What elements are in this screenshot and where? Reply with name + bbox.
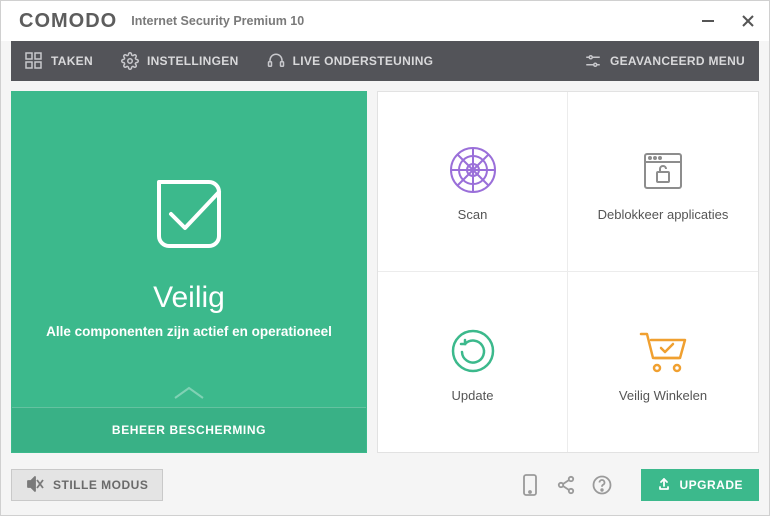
action-update[interactable]: Update <box>378 272 568 452</box>
grid-icon <box>25 52 43 70</box>
status-subtitle: Alle componenten zijn actief en operatio… <box>46 323 332 342</box>
bottom-bar: STILLE MODUS UPGRADE <box>1 463 769 507</box>
title-bar: COMODO Internet Security Premium 10 <box>1 1 769 41</box>
manage-protection-button[interactable]: BEHEER BESCHERMING <box>12 407 366 452</box>
gear-icon <box>121 52 139 70</box>
menu-advanced[interactable]: GEAVANCEERD MENU <box>570 41 759 81</box>
chevron-up-icon <box>171 384 207 407</box>
refresh-icon <box>448 322 498 380</box>
upload-icon <box>657 477 671 494</box>
actions-grid: Scan Deblokkeer applicaties <box>377 91 759 453</box>
action-safe-shop[interactable]: Veilig Winkelen <box>568 272 758 452</box>
menu-label: LIVE ONDERSTEUNING <box>293 54 434 68</box>
brand-logo: COMODO <box>19 10 117 33</box>
menu-label: INSTELLINGEN <box>147 54 239 68</box>
mute-icon <box>26 476 44 495</box>
action-label: Scan <box>458 207 488 222</box>
headset-icon <box>267 52 285 70</box>
silent-mode-button[interactable]: STILLE MODUS <box>11 469 163 501</box>
manage-label: BEHEER BESCHERMING <box>112 423 266 437</box>
status-card: Veilig Alle componenten zijn actief en o… <box>11 91 367 453</box>
radar-icon <box>447 141 499 199</box>
menu-label: TAKEN <box>51 54 93 68</box>
menu-label: GEAVANCEERD MENU <box>610 54 745 68</box>
share-icon[interactable] <box>555 474 577 496</box>
action-label: Veilig Winkelen <box>619 388 707 403</box>
menu-tasks[interactable]: TAKEN <box>11 41 107 81</box>
action-unblock[interactable]: Deblokkeer applicaties <box>568 92 758 272</box>
menu-bar: TAKEN INSTELLINGEN LIVE ONDERSTEUNING GE… <box>11 41 759 81</box>
menu-settings[interactable]: INSTELLINGEN <box>107 41 253 81</box>
upgrade-button[interactable]: UPGRADE <box>641 469 759 501</box>
action-label: Update <box>452 388 494 403</box>
upgrade-label: UPGRADE <box>679 478 743 492</box>
help-icon[interactable] <box>591 474 613 496</box>
status-title: Veilig <box>153 281 225 315</box>
mobile-icon[interactable] <box>519 474 541 496</box>
action-label: Deblokkeer applicaties <box>598 207 729 222</box>
menu-live-support[interactable]: LIVE ONDERSTEUNING <box>253 41 448 81</box>
cart-check-icon <box>635 322 691 380</box>
sliders-icon <box>584 52 602 70</box>
minimize-button[interactable] <box>699 12 717 30</box>
action-scan[interactable]: Scan <box>378 92 568 272</box>
close-button[interactable] <box>739 12 757 30</box>
check-shield-icon <box>139 164 239 269</box>
unlock-app-icon <box>637 141 689 199</box>
product-name: Internet Security Premium 10 <box>131 14 304 28</box>
silent-label: STILLE MODUS <box>53 478 148 492</box>
